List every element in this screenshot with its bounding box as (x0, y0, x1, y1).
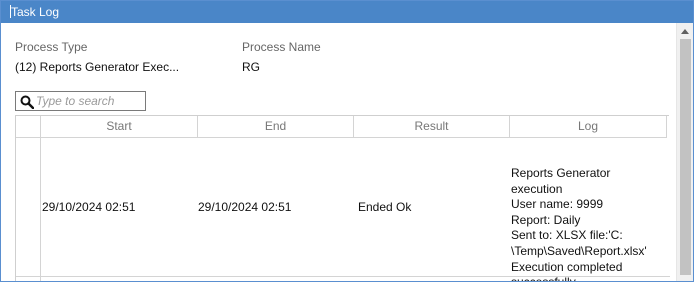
search-input[interactable] (36, 93, 142, 109)
log-line: Sent to: XLSX file:'C: (511, 228, 623, 243)
scrollbar-thumb[interactable] (680, 39, 691, 275)
row-selector[interactable] (16, 138, 41, 281)
log-line: User name: 9999 (511, 197, 604, 212)
log-line: Reports Generator execution (511, 166, 611, 196)
cell-log: Reports Generator execution User name: 9… (511, 166, 661, 281)
column-header-result[interactable]: Result (354, 116, 510, 138)
search-icon (20, 95, 34, 109)
task-log-window: Task Log Process Type (12) Reports Gener… (0, 0, 694, 282)
cell-start: 29/10/2024 02:51 (42, 200, 136, 214)
row-selector-header (16, 116, 41, 138)
log-line: Execution completed (511, 259, 623, 274)
search-box[interactable] (15, 91, 146, 111)
scroll-up-arrow-icon[interactable] (681, 29, 689, 34)
cell-end: 29/10/2024 02:51 (198, 200, 292, 214)
log-line: \Temp\Saved\Report.xlsx' (511, 243, 647, 258)
column-header-start[interactable]: Start (41, 116, 198, 138)
title-bar: Task Log (1, 1, 693, 23)
row-divider (16, 276, 670, 277)
window-title: Task Log (11, 5, 60, 19)
process-name-label: Process Name (242, 40, 321, 54)
vertical-scrollbar[interactable] (676, 23, 693, 281)
process-name-value: RG (242, 60, 260, 74)
cell-result: Ended Ok (358, 200, 412, 214)
process-type-label: Process Type (15, 40, 88, 54)
log-line: Report: Daily (511, 212, 581, 227)
column-header-end[interactable]: End (198, 116, 354, 138)
process-type-value: (12) Reports Generator Exec... (15, 60, 180, 74)
task-log-table: Start End Result Log 29/10/2024 02:51 29… (15, 115, 670, 281)
column-header-log[interactable]: Log (510, 116, 667, 138)
